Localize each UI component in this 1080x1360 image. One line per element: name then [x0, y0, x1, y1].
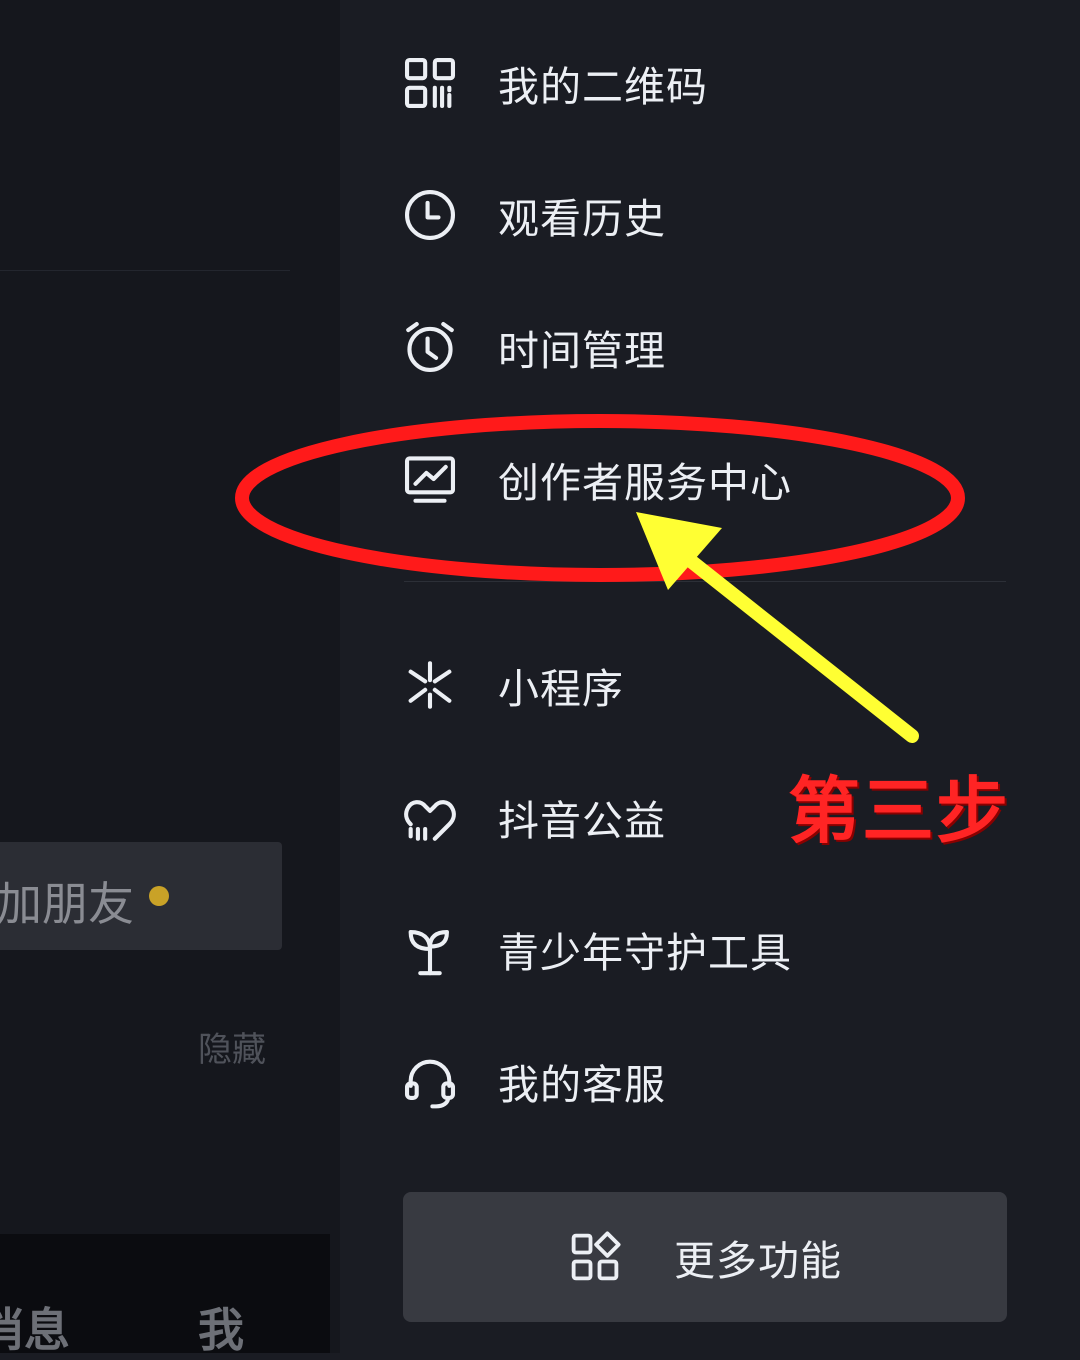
notification-dot — [149, 886, 169, 906]
apps-grid-icon — [571, 1231, 621, 1281]
menu-item-youth-protection[interactable]: 青少年守护工具 — [400, 904, 1000, 994]
menu-item-creator-center[interactable]: 创作者服务中心 — [400, 434, 1000, 524]
menu-item-label: 小程序 — [498, 665, 624, 713]
menu-item-label: 抖音公益 — [498, 797, 666, 845]
step-three-label: 第三步 — [788, 769, 1011, 853]
profile-background-panel — [0, 0, 340, 1353]
tab-me[interactable]: 我 — [198, 1294, 244, 1360]
menu-item-mini-program[interactable]: 小程序 — [400, 640, 1000, 730]
clock-icon — [400, 185, 460, 245]
hide-link[interactable]: 隐藏 — [198, 1022, 266, 1071]
tab-messages[interactable]: 消息 — [0, 1294, 70, 1360]
more-features-button[interactable]: 更多功能 — [403, 1192, 1007, 1322]
menu-item-time-management[interactable]: 时间管理 — [400, 302, 1000, 392]
creator-chart-icon — [400, 449, 460, 509]
menu-item-label: 创作者服务中心 — [498, 459, 792, 507]
menu-item-label: 我的客服 — [498, 1061, 666, 1109]
menu-item-label: 时间管理 — [498, 327, 666, 375]
sprout-icon — [400, 919, 460, 979]
headset-icon — [400, 1051, 460, 1111]
menu-item-label: 观看历史 — [498, 195, 666, 243]
menu-item-customer-service[interactable]: 我的客服 — [400, 1036, 1000, 1126]
more-features-label: 更多功能 — [674, 1237, 842, 1285]
divider — [0, 270, 290, 271]
qr-code-icon — [400, 53, 460, 113]
menu-divider — [404, 581, 1006, 582]
menu-item-qr-code[interactable]: 我的二维码 — [400, 38, 1000, 128]
menu-item-watch-history[interactable]: 观看历史 — [400, 170, 1000, 260]
alarm-clock-icon — [400, 317, 460, 377]
mini-program-icon — [400, 655, 460, 715]
charity-heart-icon — [400, 787, 460, 847]
menu-item-label: 我的二维码 — [498, 63, 708, 111]
add-friend-label: 加朋友 — [0, 877, 134, 931]
menu-item-label: 青少年守护工具 — [498, 929, 792, 977]
